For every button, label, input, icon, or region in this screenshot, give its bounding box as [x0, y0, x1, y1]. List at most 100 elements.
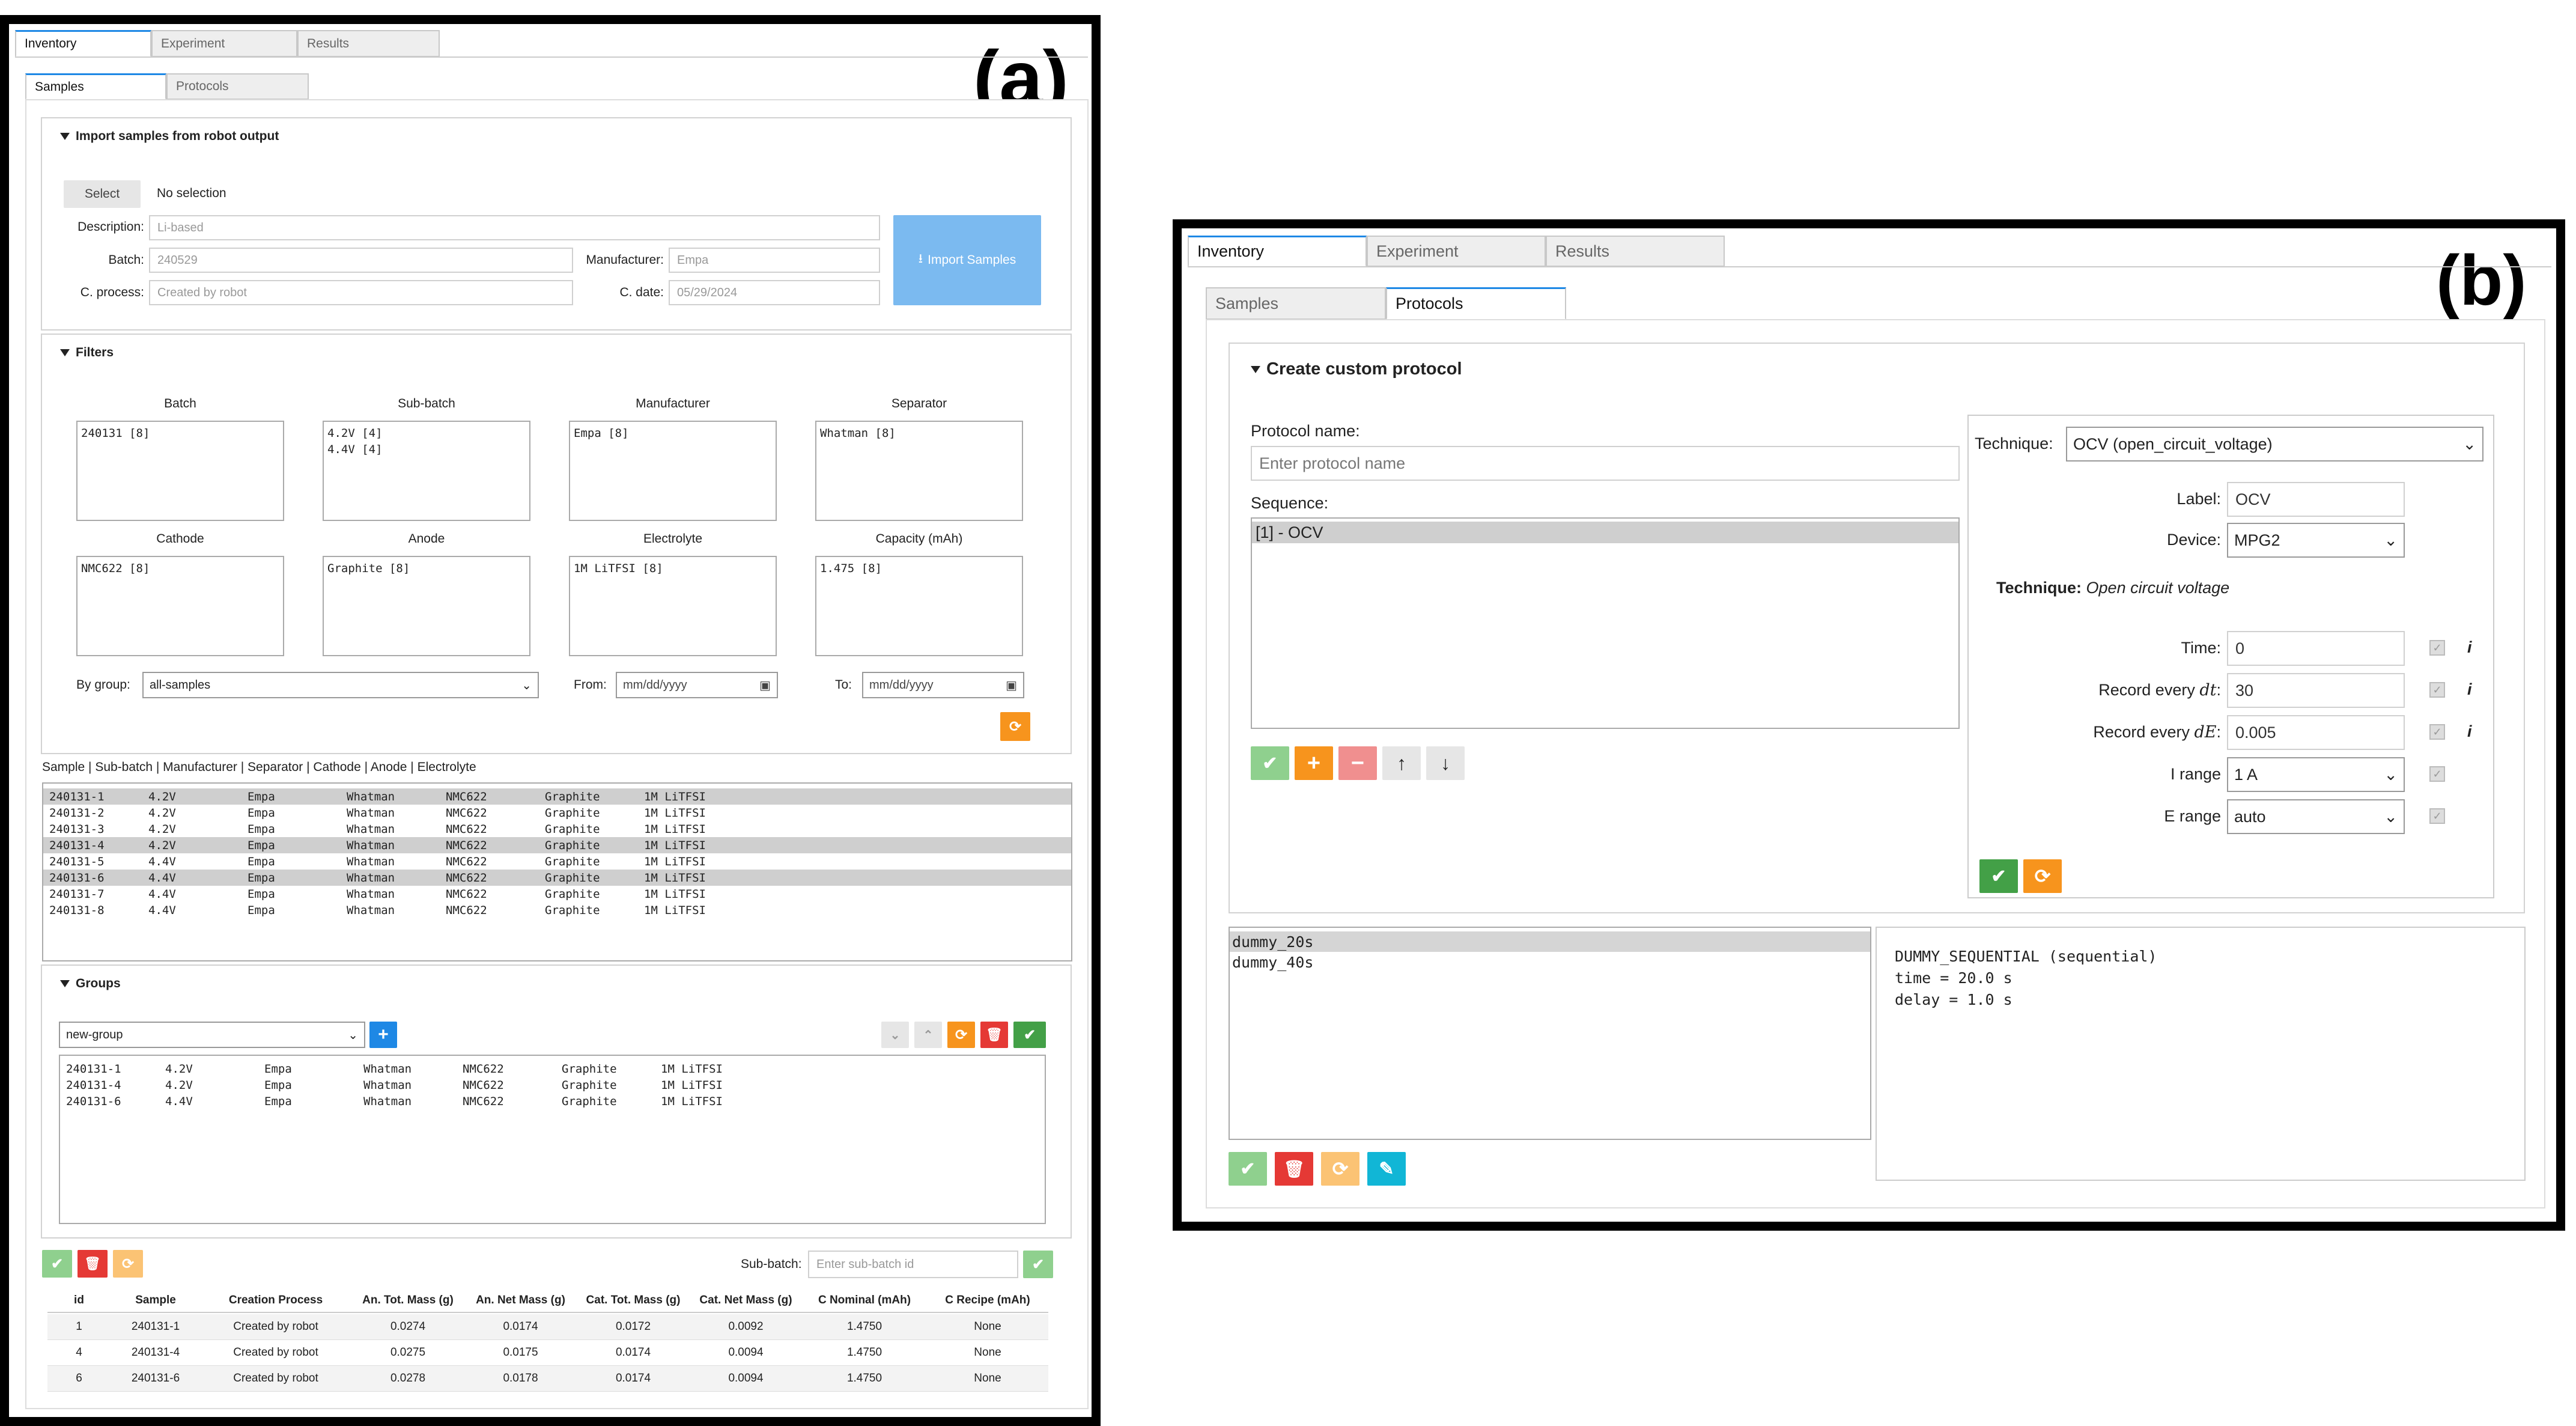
- sequence-up-button[interactable]: ↑: [1382, 746, 1421, 780]
- protocol-name-label: Protocol name:: [1251, 422, 1360, 440]
- param-checkbox[interactable]: ✓: [2429, 808, 2445, 824]
- param-label: Record every dE:: [2093, 723, 2221, 742]
- param-checkbox[interactable]: ✓: [2429, 640, 2445, 656]
- sample-list[interactable]: 240131-1 4.2V Empa Whatman NMC622 Graphite 1M …: [42, 782, 1072, 961]
- filter-list-anode[interactable]: Graphite [8]: [323, 556, 530, 656]
- delete-group-button[interactable]: 🗑: [980, 1022, 1008, 1048]
- filter-list-batch[interactable]: 240131 [8]: [76, 421, 284, 521]
- list-item[interactable]: 240131-3 4.2V Empa Whatman NMC622 Graphite 1M …: [43, 821, 1071, 837]
- to-date-input[interactable]: mm/dd/yyyy ▣: [862, 672, 1024, 698]
- list-cell: 1M LiTFSI: [644, 871, 706, 885]
- chevron-down-icon: ⌄: [521, 678, 532, 692]
- list-cell: 240131-4: [66, 1078, 121, 1092]
- subtab-samples[interactable]: Samples: [1206, 287, 1386, 320]
- list-item[interactable]: 240131-1 4.2V Empa Whatman NMC622 Graphite 1M …: [43, 788, 1071, 805]
- from-date-input[interactable]: mm/dd/yyyy ▣: [616, 672, 778, 698]
- refresh-filters-button[interactable]: ⟳: [1000, 712, 1030, 741]
- move-down-button[interactable]: ⌄: [881, 1022, 909, 1048]
- group-select[interactable]: new-group ⌄: [59, 1022, 365, 1048]
- protocol-confirm-button[interactable]: ✔: [1229, 1152, 1267, 1186]
- batch-input[interactable]: 240529: [149, 248, 573, 273]
- protocol-item[interactable]: dummy_40s: [1230, 952, 1870, 972]
- list-item[interactable]: 240131-1 4.2V Empa Whatman NMC622 Graphite 1M …: [60, 1061, 1045, 1077]
- table-row[interactable]: 4 240131-4 Created by robot 0.0275 0.0175 0.0…: [47, 1340, 1048, 1366]
- list-item[interactable]: 240131-8 4.4V Empa Whatman NMC622 Graphite 1M …: [43, 902, 1071, 918]
- sequence-item[interactable]: [1] - OCV: [1252, 522, 1958, 543]
- import-section-title[interactable]: Import samples from robot output: [60, 129, 279, 144]
- filter-list-separator[interactable]: Whatman [8]: [815, 421, 1023, 521]
- tab-inventory[interactable]: Inventory: [1188, 236, 1367, 267]
- group-member-list[interactable]: 240131-1 4.2V Empa Whatman NMC622 Graphite 1M …: [59, 1055, 1046, 1224]
- description-input[interactable]: Li-based: [149, 215, 880, 240]
- protocol-item[interactable]: dummy_20s: [1230, 931, 1870, 952]
- param-checkbox[interactable]: ✓: [2429, 724, 2445, 740]
- filter-list-subbatch[interactable]: 4.2V [4] 4.4V [4]: [323, 421, 530, 521]
- by-group-select[interactable]: all-samples ⌄: [142, 672, 539, 698]
- list-item[interactable]: 240131-4 4.2V Empa Whatman NMC622 Graphite 1M …: [60, 1077, 1045, 1093]
- list-item[interactable]: 240131-4 4.2V Empa Whatman NMC622 Graphite 1M …: [43, 837, 1071, 853]
- groups-section-title[interactable]: Groups: [60, 977, 121, 991]
- list-item[interactable]: 240131-6 4.4V Empa Whatman NMC622 Graphite 1M …: [60, 1093, 1045, 1109]
- param-checkbox[interactable]: ✓: [2429, 682, 2445, 698]
- from-date-label: From:: [574, 678, 607, 692]
- subbatch-confirm-button[interactable]: ✔: [1023, 1251, 1053, 1278]
- list-item[interactable]: 240131-6 4.4V Empa Whatman NMC622 Graphite 1M …: [43, 870, 1071, 886]
- param-input[interactable]: 0.005: [2227, 715, 2405, 750]
- tab-experiment[interactable]: Experiment: [1367, 236, 1546, 267]
- subtab-samples[interactable]: Samples: [25, 73, 166, 100]
- sequence-add-button[interactable]: +: [1295, 746, 1333, 780]
- param-select[interactable]: auto ⌄: [2227, 799, 2405, 834]
- param-checkbox[interactable]: ✓: [2429, 766, 2445, 782]
- subtab-protocols[interactable]: Protocols: [166, 73, 309, 100]
- filter-list-cathode[interactable]: NMC622 [8]: [76, 556, 284, 656]
- tab-results[interactable]: Results: [297, 30, 440, 57]
- subtab-protocols[interactable]: Protocols: [1386, 287, 1566, 320]
- protocol-list[interactable]: dummy_20s dummy_40s: [1229, 927, 1871, 1140]
- protocol-delete-button[interactable]: 🗑: [1275, 1152, 1313, 1186]
- param-input[interactable]: 0: [2227, 631, 2405, 666]
- subbatch-input[interactable]: Enter sub-batch id: [808, 1251, 1018, 1278]
- reset-group-button[interactable]: ⟳: [947, 1022, 975, 1048]
- technique-select[interactable]: OCV (open_circuit_voltage) ⌄: [2066, 427, 2483, 462]
- device-select[interactable]: MPG2 ⌄: [2227, 523, 2405, 558]
- import-samples-button[interactable]: ⭳ Import Samples: [893, 215, 1041, 305]
- pencil-icon: ✎: [1379, 1159, 1394, 1179]
- protocol-edit-button[interactable]: ✎: [1367, 1152, 1406, 1186]
- sequence-down-button[interactable]: ↓: [1426, 746, 1465, 780]
- step-label-input[interactable]: OCV: [2227, 482, 2405, 517]
- save-group-button[interactable]: ✔: [1013, 1022, 1046, 1048]
- filter-list-electrolyte[interactable]: 1M LiTFSI [8]: [569, 556, 777, 656]
- list-item[interactable]: 240131-7 4.4V Empa Whatman NMC622 Graphite 1M …: [43, 886, 1071, 902]
- reset-button[interactable]: ⟳: [113, 1250, 143, 1278]
- filter-list-capacity[interactable]: 1.475 [8]: [815, 556, 1023, 656]
- list-item[interactable]: 240131-5 4.4V Empa Whatman NMC622 Graphite 1M …: [43, 853, 1071, 870]
- filters-section-title[interactable]: Filters: [60, 346, 114, 360]
- tab-experiment[interactable]: Experiment: [151, 30, 297, 57]
- add-group-button[interactable]: +: [369, 1022, 397, 1048]
- move-up-button[interactable]: ⌃: [914, 1022, 942, 1048]
- sequence-list[interactable]: [1] - OCV: [1251, 517, 1960, 729]
- technique-reset-button[interactable]: ⟳: [2023, 859, 2062, 893]
- protocol-name-input[interactable]: Enter protocol name: [1251, 446, 1960, 481]
- manufacturer-input[interactable]: Empa: [669, 248, 880, 273]
- list-item[interactable]: 240131-2 4.2V Empa Whatman NMC622 Graphite 1M …: [43, 805, 1071, 821]
- tab-inventory[interactable]: Inventory: [15, 30, 151, 57]
- creation-date-input[interactable]: 05/29/2024: [669, 280, 880, 305]
- list-cell: Whatman: [347, 822, 395, 836]
- param-input[interactable]: 30: [2227, 673, 2405, 708]
- protocol-reset-button[interactable]: ⟳: [1321, 1152, 1359, 1186]
- creation-process-input[interactable]: Created by robot: [149, 280, 573, 305]
- table-row[interactable]: 6 240131-6 Created by robot 0.0278 0.0178 0.0…: [47, 1366, 1048, 1392]
- sequence-confirm-button[interactable]: ✔: [1251, 746, 1289, 780]
- confirm-button[interactable]: ✔: [42, 1250, 72, 1278]
- table-row[interactable]: 1 240131-1 Created by robot 0.0274 0.0174 0.0…: [47, 1314, 1048, 1340]
- delete-button[interactable]: 🗑: [77, 1250, 108, 1278]
- create-protocol-title[interactable]: Create custom protocol: [1251, 359, 1462, 379]
- technique-save-button[interactable]: ✔: [1979, 859, 2018, 893]
- sequence-remove-button[interactable]: −: [1338, 746, 1377, 780]
- select-file-button[interactable]: Select: [64, 180, 141, 208]
- table-cell: 240131-1: [131, 1320, 180, 1333]
- param-select[interactable]: 1 A ⌄: [2227, 757, 2405, 792]
- filter-list-manufacturer[interactable]: Empa [8]: [569, 421, 777, 521]
- tab-results[interactable]: Results: [1546, 236, 1725, 267]
